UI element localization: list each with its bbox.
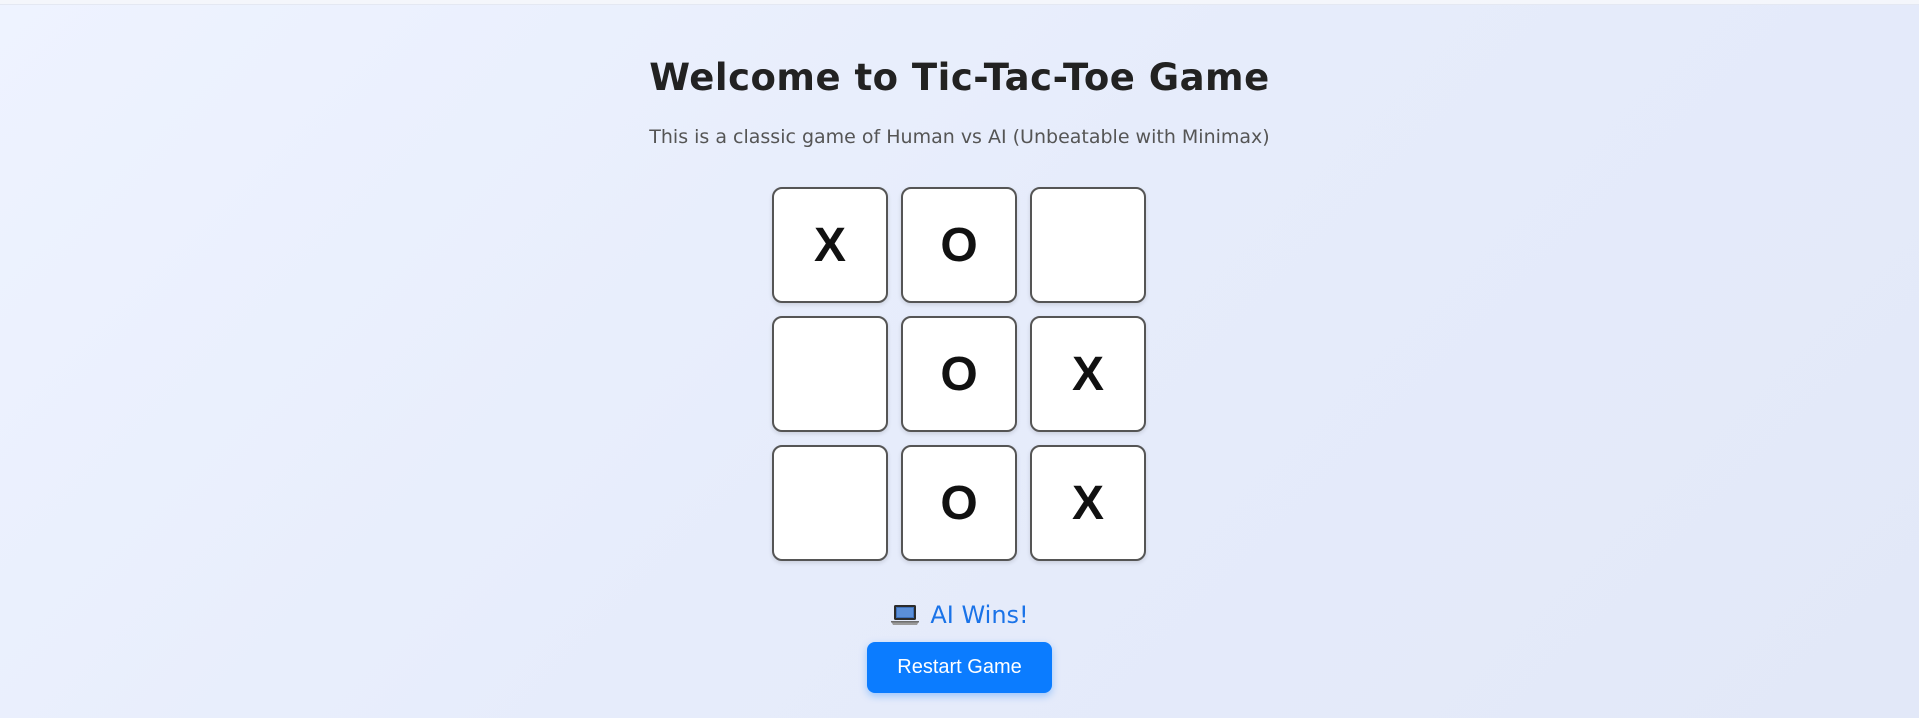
board-cell-4[interactable]: O <box>901 316 1017 432</box>
status-text: AI Wins! <box>930 601 1029 629</box>
board-cell-5[interactable]: X <box>1030 316 1146 432</box>
board-cell-1[interactable]: O <box>901 187 1017 303</box>
board-cell-2[interactable] <box>1030 187 1146 303</box>
game-container: Welcome to Tic-Tac-Toe Game This is a cl… <box>0 0 1919 718</box>
page-title: Welcome to Tic-Tac-Toe Game <box>649 56 1270 99</box>
board-cell-0[interactable]: X <box>772 187 888 303</box>
page-subtitle: This is a classic game of Human vs AI (U… <box>649 126 1270 148</box>
restart-game-button[interactable]: Restart Game <box>867 642 1052 693</box>
board-cell-8[interactable]: X <box>1030 445 1146 561</box>
board-cell-6[interactable] <box>772 445 888 561</box>
game-status: AI Wins! <box>0 598 1919 632</box>
game-board: X O O X O X <box>772 187 1147 562</box>
board-cell-7[interactable]: O <box>901 445 1017 561</box>
board-cell-3[interactable] <box>772 316 888 432</box>
laptop-icon <box>890 603 920 627</box>
